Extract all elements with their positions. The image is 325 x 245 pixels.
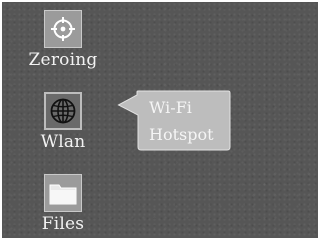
app-wlan[interactable]: Wlan [23, 92, 103, 152]
app-files[interactable]: Files [23, 174, 103, 234]
globe-icon [44, 92, 82, 130]
device-screen: Zeroing Wlan Files Wi-Fi Hotspot [2, 2, 318, 238]
app-label-files: Files [41, 214, 85, 234]
app-label-wlan: Wlan [40, 132, 86, 152]
folder-icon [44, 174, 82, 212]
wlan-submenu-popup: Wi-Fi Hotspot [117, 90, 232, 152]
app-zeroing[interactable]: Zeroing [23, 10, 103, 70]
app-label-zeroing: Zeroing [28, 50, 98, 70]
crosshair-icon [44, 10, 82, 48]
wifi-option[interactable]: Wi-Fi [149, 99, 192, 117]
hotspot-option[interactable]: Hotspot [149, 126, 214, 144]
